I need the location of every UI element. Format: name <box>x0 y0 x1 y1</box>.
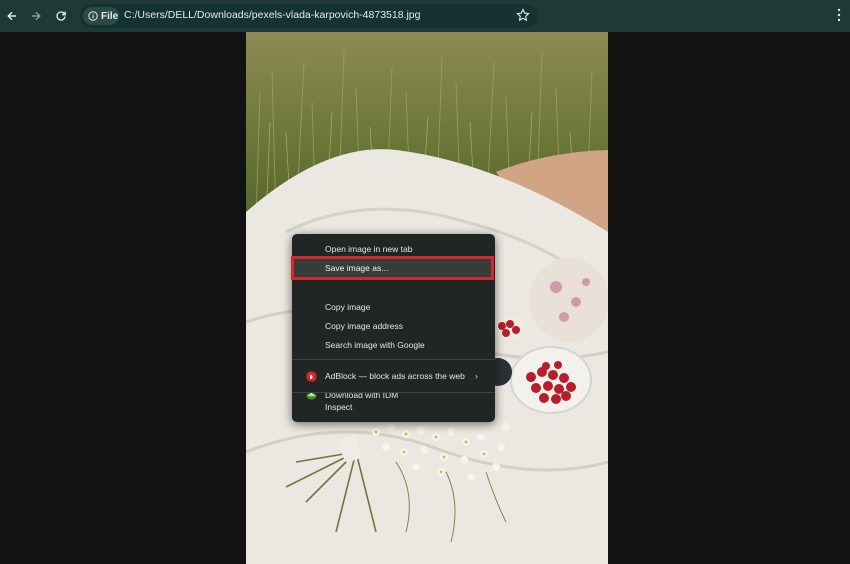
back-button[interactable] <box>2 6 22 26</box>
menu-item-label: Search image with Google <box>325 340 425 350</box>
bookmark-button[interactable] <box>516 8 530 27</box>
menu-adblock[interactable]: AdBlock — block ads across the web › <box>292 367 495 385</box>
info-icon <box>88 11 98 21</box>
menu-item-label: Open image in new tab <box>325 244 413 254</box>
chevron-right-icon: › <box>475 371 478 381</box>
address-bar[interactable]: File C:/Users/DELL/Downloads/pexels-vlad… <box>80 4 538 28</box>
chip-label: File <box>101 10 119 22</box>
menu-item-label: Copy image <box>325 302 371 312</box>
site-info-chip[interactable]: File <box>83 7 119 25</box>
menu-divider <box>292 392 495 393</box>
browser-toolbar: File C:/Users/DELL/Downloads/pexels-vlad… <box>0 0 850 32</box>
star-icon <box>516 8 530 22</box>
arrow-right-icon <box>32 11 41 21</box>
kebab-menu-icon <box>837 8 841 22</box>
menu-copy-image-address[interactable]: Copy image address <box>292 317 495 335</box>
menu-item-label: AdBlock — block ads across the web <box>325 371 465 381</box>
reload-button[interactable] <box>51 6 71 26</box>
reload-icon <box>56 11 66 21</box>
menu-copy-image[interactable]: Copy image <box>292 298 495 316</box>
forward-button[interactable] <box>26 6 46 26</box>
menu-item-label: Copy image address <box>325 321 403 331</box>
highlight-box <box>291 256 494 280</box>
adblock-icon <box>306 371 317 382</box>
arrow-left-icon <box>7 11 16 21</box>
menu-search-image-google[interactable]: Search image with Google <box>292 336 495 354</box>
url-text[interactable]: C:/Users/DELL/Downloads/pexels-vlada-kar… <box>124 9 421 21</box>
browser-menu-button[interactable] <box>836 8 842 27</box>
menu-inspect[interactable]: Inspect <box>292 398 495 416</box>
menu-item-label: Inspect <box>325 402 353 412</box>
menu-divider <box>292 359 495 360</box>
